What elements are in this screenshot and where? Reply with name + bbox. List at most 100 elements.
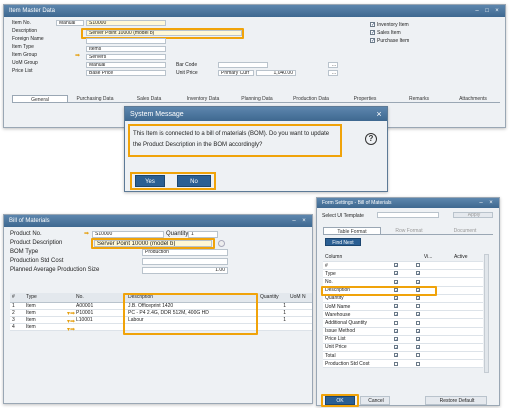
active-checkbox[interactable]: ✓ [416,345,420,350]
visible-checkbox[interactable]: ✓ [394,304,398,309]
tab-sales-data[interactable]: Sales Data [122,95,176,102]
tab-planning-data[interactable]: Planning Data [230,95,284,102]
column-settings-row[interactable]: Production Std Cost [323,360,483,369]
row-no[interactable]: L10001 [74,316,126,324]
refresh-icon[interactable] [218,240,225,247]
purchase-item-checkbox[interactable]: ✓ [370,38,375,44]
visible-checkbox[interactable]: ✓ [394,345,398,350]
ui-template-select[interactable] [377,212,439,218]
close-icon[interactable]: × [376,110,382,119]
planned-avg-size-field[interactable]: 1.00 [142,267,228,274]
visible-checkbox[interactable]: ✓ [394,336,398,341]
inventory-item-checkbox[interactable]: ✓ [370,22,375,28]
tab-row-format[interactable]: Row Format [381,227,437,234]
column-settings-row[interactable]: Type ✓ ✓ [323,270,483,279]
uom-group-select[interactable]: Manual [86,62,166,68]
maximize-icon[interactable]: □ [484,8,490,14]
price-list-select[interactable]: Base Price [86,70,166,76]
quantity-field[interactable]: 1 [188,231,218,238]
column-settings-row[interactable]: Additional Quantity [323,319,483,328]
minimize-icon[interactable]: – [291,218,297,224]
column-settings-row[interactable]: Warehouse ✓ ✓ [323,311,483,320]
tab-inventory-data[interactable]: Inventory Data [176,95,230,102]
minimize-icon[interactable]: – [474,8,480,14]
active-checkbox[interactable] [416,320,420,325]
product-no-field[interactable]: S10000 [92,231,164,238]
bar-code-more-button[interactable]: … [328,62,338,68]
column-header-number[interactable]: # [10,293,24,303]
bom-type-select[interactable]: Production [142,249,228,256]
foreign-name-field[interactable] [86,38,166,44]
scrollbar[interactable] [484,254,489,373]
close-icon[interactable]: × [494,8,500,14]
minimize-icon[interactable]: – [478,200,484,206]
tab-production-data[interactable]: Production Data [284,95,338,102]
column-settings-row[interactable]: Unit Price ✓ ✓ [323,343,483,353]
active-checkbox[interactable]: ✓ [416,328,420,333]
close-icon[interactable]: × [301,218,307,224]
visible-checkbox[interactable]: ✓ [394,328,398,333]
row-quantity[interactable]: 1 [258,316,288,324]
yes-button[interactable]: Yes [135,175,165,187]
active-checkbox[interactable]: ✓ [416,336,420,341]
unit-price-more-button[interactable]: … [328,70,338,76]
bar-code-field[interactable] [218,62,268,68]
tab-table-format[interactable]: Table Format [323,227,381,235]
column-settings-row[interactable]: # ✓ [323,262,483,271]
column-settings-row[interactable]: Total ✓ [323,352,483,361]
link-arrow-icon[interactable]: ➡ [84,231,89,237]
column-header-uom[interactable]: UoM N [288,293,312,303]
row-type[interactable]: Item [24,302,74,310]
visible-checkbox[interactable]: ✓ [394,279,398,284]
visible-checkbox[interactable]: ✓ [394,296,398,301]
active-checkbox[interactable]: ✓ [416,279,420,284]
unit-price-field[interactable]: 1,040.00 [256,70,296,76]
tab-attachments[interactable]: Attachments [446,95,500,102]
active-checkbox[interactable]: ✓ [416,312,420,317]
column-settings-row[interactable]: Issue Method ✓ ✓ [323,327,483,336]
row-uom[interactable] [288,323,312,331]
visible-checkbox[interactable]: ✓ [394,263,398,268]
unit-price-currency-select[interactable]: Primary Curr [218,70,254,76]
sales-item-checkbox[interactable]: ✓ [370,30,375,36]
visible-checkbox[interactable]: ✓ [394,271,398,276]
row-quantity[interactable] [258,323,288,331]
active-checkbox[interactable] [416,361,420,366]
close-icon[interactable]: × [488,200,494,206]
item-no-series-select[interactable]: Manual [56,20,84,26]
item-no-field[interactable]: S10000 [86,20,166,26]
apply-button[interactable]: Apply [453,212,493,218]
no-button[interactable]: No [177,175,211,187]
column-settings-row[interactable]: UoM Name ✓ [323,302,483,312]
visible-checkbox[interactable] [394,320,398,325]
visible-checkbox[interactable]: ✓ [394,312,398,317]
active-checkbox[interactable] [416,263,420,268]
row-no[interactable] [74,323,126,331]
restore-default-button[interactable]: Restore Default [425,396,487,405]
active-checkbox[interactable] [416,304,420,309]
row-quantity[interactable]: 1 [258,309,288,317]
row-uom[interactable] [288,316,312,324]
find-next-button[interactable]: Find Next [325,238,361,246]
column-settings-row[interactable]: Price List ✓ ✓ [323,335,483,344]
tab-document[interactable]: Document [437,227,493,234]
active-checkbox[interactable]: ✓ [416,296,420,301]
item-type-select[interactable]: Items [86,46,166,52]
row-uom[interactable] [288,309,312,317]
column-header-type[interactable]: Type [24,293,74,303]
tab-purchasing-data[interactable]: Purchasing Data [68,95,122,102]
link-arrow-icon[interactable]: ➡ [75,53,80,59]
column-header-quantity[interactable]: Quantity [258,293,288,303]
item-group-select[interactable]: Servers [86,54,166,60]
cancel-button[interactable]: Cancel [360,396,390,405]
visible-checkbox[interactable]: ✓ [394,353,398,358]
row-link-arrow-icon[interactable]: ▾➡ [67,318,75,325]
tab-remarks[interactable]: Remarks [392,95,446,102]
row-quantity[interactable]: 1 [258,302,288,310]
column-header-no[interactable]: No. [74,293,126,303]
row-uom[interactable] [288,302,312,310]
row-link-arrow-icon[interactable]: ▾➡ [67,310,75,317]
row-link-arrow-icon[interactable]: ▾➡ [67,326,75,333]
tab-general[interactable]: General [12,95,68,103]
active-checkbox[interactable] [416,353,420,358]
